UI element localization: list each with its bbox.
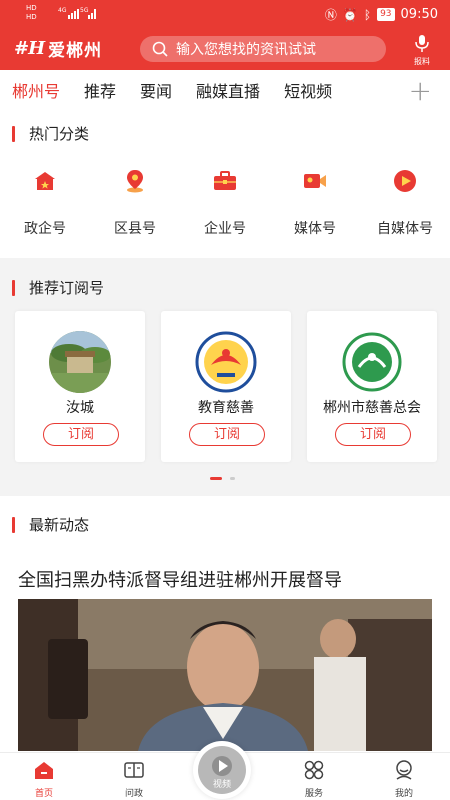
logo-text: 爱郴州 [48,41,103,61]
user-icon [396,760,412,780]
battery-icon: 93 [377,8,395,21]
nav-video[interactable]: 视频 [193,741,251,799]
nfc-icon: Ⓝ [324,8,337,22]
search-placeholder: 输入您想找的资讯试试 [176,42,316,58]
play-circle-icon [394,170,416,192]
category-media[interactable]: 媒体号 [280,168,350,238]
category-label: 媒体号 [294,221,336,237]
category-self-media[interactable]: 自媒体号 [370,168,440,238]
video-camera-icon [304,174,326,188]
nav-label: 首页 [34,789,53,799]
microphone-icon [415,35,429,52]
video-logo-icon [212,756,232,776]
video-button[interactable]: 视频 [198,746,246,794]
bottom-navigation: 首页 问政 视频 服务 我的 [0,741,450,800]
tab-short-video[interactable]: 短视频 [284,78,332,102]
app-logo: #H 爱郴州 [14,36,102,61]
account-avatar [49,331,111,393]
latest-section-header: 最新动态 [12,514,89,535]
section-title-hot: 热门分类 [29,125,90,143]
channel-tabs: 郴州号 推荐 要闻 融媒直播 短视频 + [0,72,450,108]
add-channel-icon[interactable]: + [409,74,432,107]
category-label: 区县号 [114,221,156,237]
account-name: 汝城 [66,400,94,416]
status-time: 09:50 [400,7,438,22]
nav-label: 我的 [394,789,413,799]
tab-recommend[interactable]: 推荐 [84,78,116,102]
recommend-section-header: 推荐订阅号 [12,277,104,298]
status-bar: HD HD 4G 5G Ⓝ ⏰ ᛒ 93 09:50 [0,0,450,28]
carousel-indicator [210,477,235,480]
tab-news[interactable]: 要闻 [140,78,172,102]
category-county[interactable]: 区县号 [100,168,170,238]
category-government[interactable]: 政企号 [10,168,80,238]
report-label: 报料 [414,57,430,66]
section-marker [12,279,15,296]
news-headline[interactable]: 全国扫黑办特派督导组进驻郴州开展督导 [18,566,342,592]
signal-icon: 4G 5G [58,7,96,19]
account-card[interactable]: 郴州市慈善总会 订阅 [307,311,437,462]
nav-label: 问政 [124,789,143,799]
government-building-icon [35,172,55,190]
account-avatar [342,332,402,392]
app-header: #H 爱郴州 输入您想找的资讯试试 报料 [0,28,450,70]
account-card[interactable]: 教育慈善 订阅 [161,311,291,462]
sim1-label: HD [26,4,37,12]
net-a-label: 4G [58,7,67,14]
account-avatar [195,331,257,393]
briefcase-icon [214,171,236,190]
nav-ask[interactable]: 问政 [104,759,164,799]
search-icon [152,41,168,57]
nav-home[interactable]: 首页 [14,759,74,799]
category-label: 政企号 [24,221,66,237]
news-photo[interactable] [18,599,432,751]
book-icon [124,762,144,778]
tab-chenzhouhao[interactable]: 郴州号 [12,78,60,102]
logo-mark: #H [14,38,45,59]
nav-label: 服务 [304,789,323,799]
subscribe-button[interactable]: 订阅 [335,423,411,446]
tab-live[interactable]: 融媒直播 [196,78,260,102]
carousel-dot-active [210,477,222,480]
account-name: 教育慈善 [198,400,254,416]
hot-section-header: 热门分类 [12,123,89,144]
section-marker [12,516,15,533]
carousel-dot [230,477,235,480]
category-label: 企业号 [204,221,246,237]
subscribe-button[interactable]: 订阅 [43,423,119,446]
home-icon [35,762,53,779]
hot-categories: 政企号 区县号 企业号 媒体号 自媒体号 [0,168,450,240]
nav-service[interactable]: 服务 [284,759,344,799]
location-pin-icon [127,170,143,193]
section-marker [12,125,15,142]
search-input[interactable]: 输入您想找的资讯试试 [140,36,386,62]
nav-mine[interactable]: 我的 [374,759,434,799]
section-title-recommend: 推荐订阅号 [29,279,105,297]
sim-indicators: HD HD [26,4,37,21]
report-button[interactable]: 报料 [409,34,435,67]
sim2-label: HD [26,13,37,21]
net-b-label: 5G [80,7,89,14]
section-title-latest: 最新动态 [29,516,90,534]
subscribe-button[interactable]: 订阅 [189,423,265,446]
category-label: 自媒体号 [377,221,433,237]
category-enterprise[interactable]: 企业号 [190,168,260,238]
grid-icon [304,760,324,780]
alarm-icon: ⏰ [342,7,358,22]
account-name: 郴州市慈善总会 [323,400,421,416]
bluetooth-icon: ᛒ [363,7,372,22]
account-card[interactable]: 汝城 订阅 [15,311,145,462]
